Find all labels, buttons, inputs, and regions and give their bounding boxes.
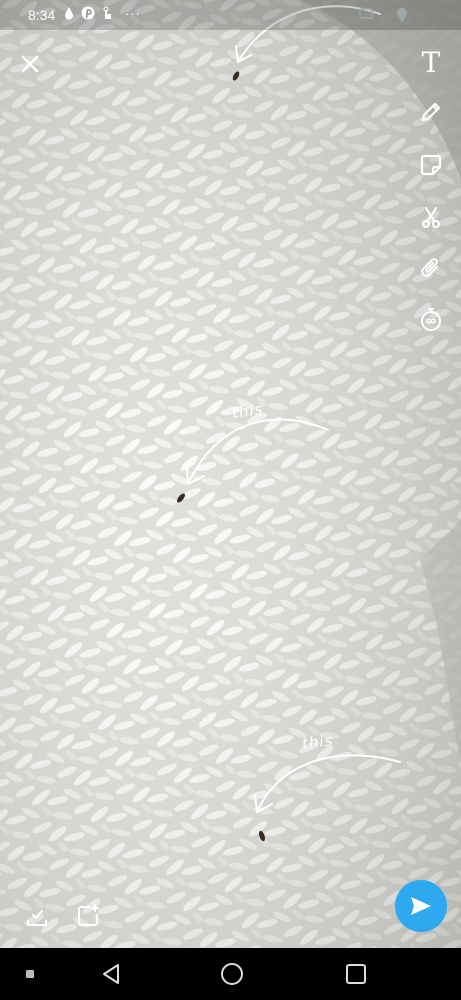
recents-nav-button[interactable]: [16, 958, 44, 990]
sticker-tool-button[interactable]: [413, 147, 449, 183]
timer-infinity-icon: [421, 308, 441, 331]
send-button[interactable]: [395, 880, 447, 932]
touch-gesture-icon: [100, 6, 114, 20]
system-navigation-bar: [0, 948, 461, 1000]
pencil-tool-button[interactable]: [413, 94, 449, 130]
text-tool-icon: T: [421, 45, 441, 79]
sticker-icon: [420, 154, 442, 176]
status-right-icons: [359, 7, 409, 23]
water-drop-icon: [62, 6, 76, 20]
download-check-icon: [27, 910, 47, 926]
status-bar: 8:34 ···: [0, 0, 461, 30]
attach-tool-button[interactable]: [413, 250, 449, 286]
pinterest-icon: [81, 6, 95, 20]
back-nav-button[interactable]: [94, 956, 128, 992]
close-icon: [21, 55, 39, 73]
send-arrow-icon: [411, 897, 431, 915]
rice-photo: [0, 0, 461, 948]
text-tool-button[interactable]: T: [413, 44, 449, 80]
save-download-button[interactable]: [20, 900, 54, 934]
location-icon: [397, 8, 407, 22]
home-circle-icon: [221, 963, 243, 985]
scissors-icon: [422, 207, 440, 228]
pencil-icon: [421, 102, 441, 122]
home-nav-button[interactable]: [214, 956, 250, 992]
scissors-tool-button[interactable]: [413, 199, 449, 235]
status-more-dots: ···: [125, 6, 141, 21]
overview-nav-button[interactable]: [338, 956, 374, 992]
close-button[interactable]: [12, 46, 48, 82]
status-notification-icons: [62, 6, 114, 20]
status-time: 8:34: [28, 7, 56, 23]
add-to-story-button[interactable]: [70, 898, 106, 934]
annotation-caption-2: this: [301, 731, 335, 753]
small-square-icon: [26, 970, 34, 978]
timer-tool-button[interactable]: [413, 302, 449, 338]
add-story-icon: [78, 904, 99, 926]
overview-square-icon: [346, 964, 366, 984]
screen-cast-icon: [359, 8, 373, 19]
back-triangle-icon: [103, 964, 119, 984]
paperclip-icon: [421, 258, 438, 277]
